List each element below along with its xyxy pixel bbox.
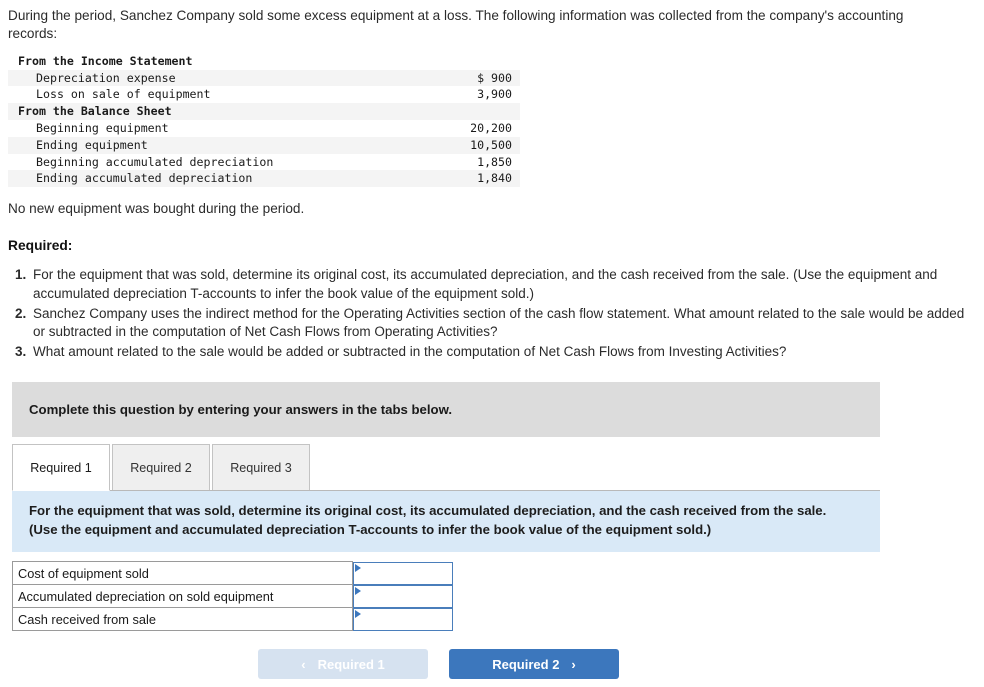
financial-row: From the Balance Sheet [8, 103, 520, 120]
answer-input-cell [352, 607, 453, 631]
answer-row-label: Accumulated depreciation on sold equipme… [12, 584, 353, 609]
tab-label: Required 3 [230, 460, 292, 475]
question-page: During the period, Sanchez Company sold … [0, 0, 984, 687]
answer-row-label: Cash received from sale [12, 607, 353, 632]
financial-row-label: Loss on sale of equipment [36, 87, 211, 102]
answer-input-3[interactable] [353, 607, 453, 631]
tab-required-3[interactable]: Required 3 [212, 444, 310, 491]
answer-input-cell [352, 561, 453, 585]
tab-label: Required 1 [30, 460, 92, 475]
financial-row-label: Beginning equipment [36, 121, 169, 135]
instruction-banner-text: Complete this question by entering your … [29, 402, 453, 418]
chevron-right-icon: › [571, 656, 576, 672]
required-list: For the equipment that was sold, determi… [0, 266, 984, 361]
financial-row-label: Ending accumulated depreciation [8, 170, 410, 188]
financial-row-amount: 20,200 [470, 121, 512, 135]
prev-required-label: Required 1 [317, 656, 385, 672]
financial-row-amount: 10,500 [410, 136, 520, 154]
financial-row: Ending accumulated depreciation 1,840 [8, 170, 520, 188]
intro-paragraph: During the period, Sanchez Company sold … [8, 8, 904, 42]
answer-row-label: Cost of equipment sold [12, 561, 353, 586]
question-panel: For the equipment that was sold, determi… [12, 491, 880, 553]
instruction-banner: Complete this question by entering your … [12, 382, 880, 438]
required-heading: Required: [8, 238, 73, 254]
financial-row: From the Income Statement [8, 53, 520, 70]
financial-row-label: Ending equipment [8, 136, 410, 154]
financial-row: Beginning equipment 20,200 [8, 120, 520, 137]
financial-table-body: From the Income Statement Depreciation ex… [8, 53, 520, 188]
financial-row-amount: 1,840 [410, 170, 520, 188]
required-list-item: For the equipment that was sold, determi… [30, 266, 972, 303]
tab-required-1[interactable]: Required 1 [12, 444, 110, 492]
financial-row-label: From the Balance Sheet [8, 103, 410, 120]
next-required-label: Required 2 [492, 656, 560, 672]
prev-required-button[interactable]: ‹ Required 1 [258, 649, 428, 680]
answer-row: Cash received from sale [12, 607, 453, 632]
financial-row-label: Depreciation expense [8, 69, 410, 87]
financial-row-amount [410, 103, 520, 120]
tab-label: Required 2 [130, 460, 192, 475]
financial-row: Beginning accumulated depreciation 1,850 [8, 154, 520, 171]
financial-row-label: From the Income Statement [18, 53, 193, 68]
question-panel-text: For the equipment that was sold, determi… [29, 503, 827, 537]
financial-row: Depreciation expense $ 900 [8, 69, 520, 87]
required-list-item: Sanchez Company uses the indirect method… [30, 305, 972, 342]
tab-strip: Required 1 Required 2 Required 3 [12, 444, 880, 492]
required-list-item: What amount related to the sale would be… [30, 343, 972, 362]
financial-row-amount: 3,900 [477, 87, 512, 102]
navigation-row: ‹ Required 1 Required 2 › [0, 649, 984, 680]
next-required-button[interactable]: Required 2 › [449, 649, 619, 680]
financial-row-label: Beginning accumulated depreciation [36, 154, 274, 169]
answer-input-2[interactable] [353, 584, 453, 608]
answer-input-1[interactable] [353, 561, 453, 585]
tab-required-2[interactable]: Required 2 [112, 444, 210, 491]
answer-input-cell [352, 584, 453, 608]
financial-row-amount [410, 53, 520, 70]
answer-row: Accumulated depreciation on sold equipme… [12, 584, 453, 609]
financial-row-amount: $ 900 [410, 69, 520, 87]
chevron-left-icon: ‹ [301, 656, 306, 672]
answer-table-wrapper: Cost of equipment sold Accumulated deprec… [12, 561, 453, 632]
answer-table-body: Cost of equipment sold Accumulated deprec… [12, 561, 453, 632]
answer-table: Cost of equipment sold Accumulated deprec… [12, 561, 453, 632]
note-text: No new equipment was bought during the p… [8, 201, 305, 217]
financial-data-table: From the Income Statement Depreciation ex… [8, 53, 520, 188]
financial-row: Ending equipment 10,500 [8, 136, 520, 154]
financial-row: Loss on sale of equipment 3,900 [8, 86, 520, 103]
financial-row-amount: 1,850 [477, 154, 512, 169]
financial-table: From the Income Statement Depreciation ex… [8, 53, 520, 188]
answer-row: Cost of equipment sold [12, 561, 453, 586]
